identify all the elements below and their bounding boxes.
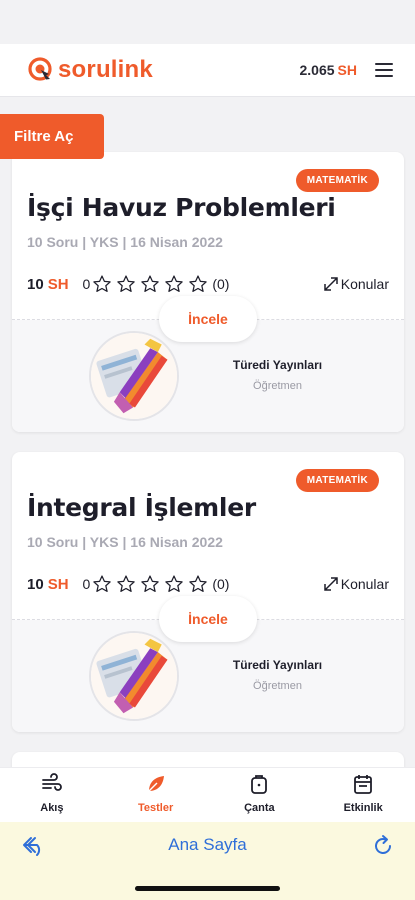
card-meta: 10 Soru | YKS | 16 Nisan 2022 (27, 534, 223, 550)
publisher-role: Öğretmen (253, 680, 302, 692)
test-card[interactable]: MATEMATİK İntegral İşlemler 10 Soru | YK… (12, 452, 404, 732)
expand-arrow-icon (323, 576, 339, 592)
rating: 0 (0) (82, 574, 230, 594)
rating-count: (0) (212, 576, 230, 592)
balance: 2.065 SH (300, 62, 358, 78)
topics-button[interactable]: Konular (323, 276, 389, 292)
app-header: sorulink 2.065 SH (0, 44, 415, 96)
inspect-button[interactable]: İncele (159, 596, 257, 642)
backpack-icon (247, 772, 271, 796)
subject-badge: MATEMATİK (295, 169, 379, 192)
star-icon[interactable] (140, 574, 162, 594)
star-icon[interactable] (188, 574, 210, 594)
inspect-button[interactable]: İncele (159, 296, 257, 342)
publisher-name: Türedi Yayınları (232, 358, 323, 372)
price: 10 SH (27, 276, 69, 293)
rating-value: 0 (82, 576, 91, 592)
tab-canta[interactable]: Çanta (208, 768, 312, 822)
publisher-role: Öğretmen (253, 380, 302, 392)
card-info-row: 10 SH 0 (0) Konular (27, 573, 389, 595)
star-icon[interactable] (188, 274, 210, 294)
card-title: İşçi Havuz Problemleri (27, 193, 336, 222)
rating-count: (0) (212, 276, 230, 292)
card-info-row: 10 SH 0 (0) Konular (27, 273, 389, 295)
star-icon[interactable] (92, 574, 114, 594)
subject-badge: MATEMATİK (295, 469, 379, 492)
star-icon[interactable] (116, 274, 138, 294)
logo-mark-icon (28, 57, 54, 83)
test-card[interactable]: MATEMATİK İşçi Havuz Problemleri 10 Soru… (12, 152, 404, 432)
wind-icon (40, 772, 64, 796)
tab-testler[interactable]: Testler (104, 768, 208, 822)
bottom-tab-bar: Akış Testler Çanta Etkinlik (0, 768, 415, 822)
tab-label: Çanta (244, 802, 275, 814)
publisher-avatar[interactable] (89, 331, 179, 421)
leaf-icon (144, 772, 168, 796)
publisher-avatar[interactable] (89, 631, 179, 721)
rating: 0 (0) (82, 274, 230, 294)
star-icon[interactable] (164, 574, 186, 594)
tab-label: Etkinlik (343, 802, 383, 814)
status-bar-area (0, 0, 415, 44)
tab-etkinlik[interactable]: Etkinlik (311, 768, 415, 822)
price-unit: SH (47, 575, 69, 593)
star-icon[interactable] (92, 274, 114, 294)
home-indicator (135, 886, 280, 891)
star-icon[interactable] (164, 274, 186, 294)
publisher-info: Türedi Yayınları Öğretmen (215, 358, 340, 392)
price-value: 10 (27, 575, 44, 593)
rating-stars (92, 574, 212, 594)
expand-arrow-icon (323, 276, 339, 292)
calendar-icon (351, 772, 375, 796)
card-meta: 10 Soru | YKS | 16 Nisan 2022 (27, 234, 223, 250)
reload-icon[interactable] (370, 833, 396, 859)
logo-text: sorulink (58, 56, 153, 83)
publisher-info: Türedi Yayınları Öğretmen (215, 658, 340, 692)
home-link[interactable]: Ana Sayfa (0, 835, 415, 855)
balance-unit: SH (337, 62, 357, 78)
filter-button[interactable]: Filtre Aç (0, 114, 104, 159)
card-title: İntegral İşlemler (27, 493, 256, 522)
tab-akis[interactable]: Akış (0, 768, 104, 822)
tab-label: Testler (137, 802, 174, 814)
price-value: 10 (27, 275, 44, 293)
logo[interactable]: sorulink (28, 56, 153, 84)
rating-value: 0 (82, 276, 91, 292)
topics-button[interactable]: Konular (323, 576, 389, 592)
star-icon[interactable] (116, 574, 138, 594)
price: 10 SH (27, 576, 69, 593)
rating-stars (92, 274, 212, 294)
topics-label: Konular (340, 276, 389, 292)
topics-label: Konular (340, 576, 389, 592)
publisher-name: Türedi Yayınları (232, 658, 323, 672)
hamburger-menu-icon[interactable] (375, 63, 393, 77)
tab-label: Akış (40, 802, 64, 814)
balance-value: 2.065 (299, 62, 335, 78)
price-unit: SH (47, 275, 69, 293)
star-icon[interactable] (140, 274, 162, 294)
